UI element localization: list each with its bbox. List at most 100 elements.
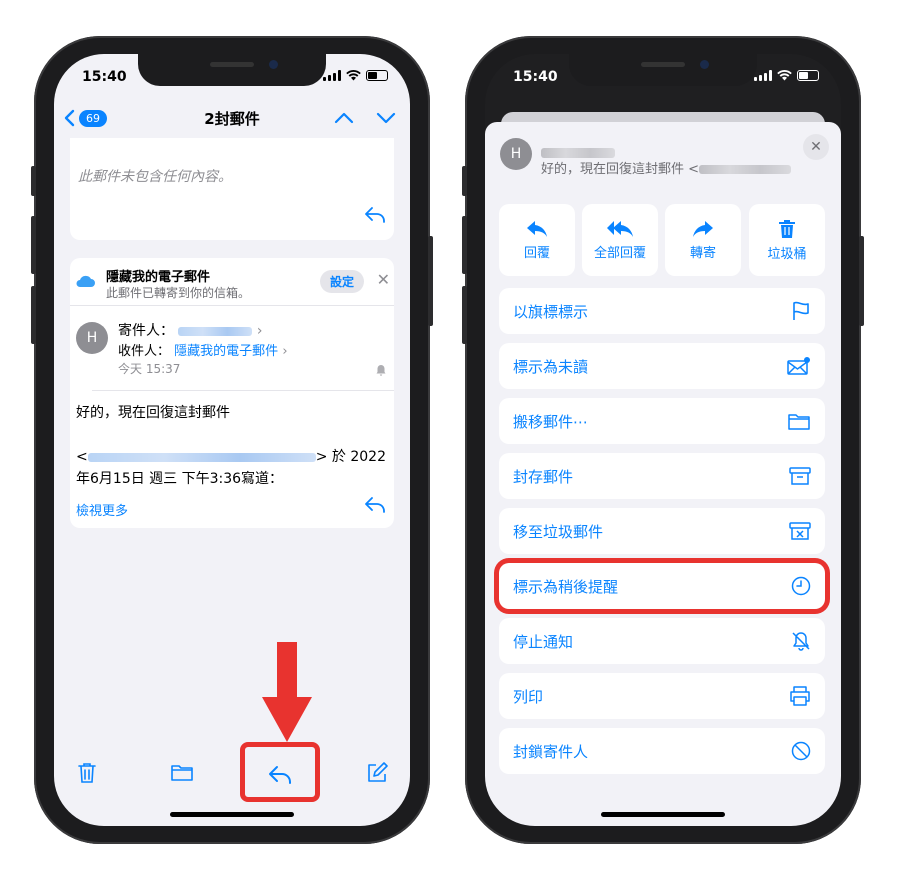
battery-icon bbox=[366, 70, 388, 81]
menu-archive[interactable]: 封存郵件 bbox=[499, 453, 825, 499]
volume-down-button bbox=[31, 286, 36, 344]
reply-icon[interactable] bbox=[364, 496, 386, 514]
folder-icon[interactable] bbox=[170, 762, 194, 782]
battery-icon bbox=[797, 70, 819, 81]
avatar[interactable]: H bbox=[76, 322, 108, 354]
left-phone: 15:40 69 2封郵件 此郵件未包含任何內容。 隱藏我的電子郵件 此郵件已轉 bbox=[31, 36, 433, 844]
power-button bbox=[428, 236, 433, 326]
chevron-right-icon: › bbox=[282, 344, 288, 359]
folder-icon bbox=[788, 414, 810, 430]
menu-print[interactable]: 列印 bbox=[499, 673, 825, 719]
chevron-up-icon[interactable] bbox=[334, 112, 354, 124]
empty-message-text: 此郵件未包含任何內容。 bbox=[78, 169, 232, 185]
quick-action-reply[interactable]: 回覆 bbox=[499, 204, 575, 276]
red-arrow-annotation bbox=[262, 642, 312, 742]
status-icons bbox=[754, 70, 819, 81]
reply-icon bbox=[527, 220, 547, 237]
thread-arrows bbox=[334, 112, 396, 124]
volume-down-button bbox=[462, 286, 467, 344]
junk-icon bbox=[789, 522, 811, 540]
message-preview: 好的，現在回復這封郵件 < bbox=[541, 158, 792, 177]
notch bbox=[138, 54, 326, 86]
action-sheet-screen: 15:40 H 好的，現在回復這封郵件 < ✕ 回覆 全部回覆 轉寄 垃圾桶 以… bbox=[485, 54, 841, 826]
bell-icon[interactable] bbox=[376, 364, 386, 376]
mail-screen: 15:40 69 2封郵件 此郵件未包含任何內容。 隱藏我的電子郵件 此郵件已轉 bbox=[54, 54, 410, 826]
from-row[interactable]: 寄件人： › bbox=[118, 320, 263, 340]
banner-subtitle: 此郵件已轉寄到你的信箱。 bbox=[106, 286, 251, 300]
mail-quote-line2: 年6月15日 週三 下午3:36寫道： bbox=[76, 471, 284, 487]
home-indicator bbox=[170, 812, 294, 817]
back-button[interactable]: 69 bbox=[64, 109, 107, 127]
menu-move[interactable]: 搬移郵件⋯ bbox=[499, 398, 825, 444]
settings-button[interactable]: 設定 bbox=[320, 270, 365, 293]
quick-action-forward[interactable]: 轉寄 bbox=[665, 204, 741, 276]
to-row[interactable]: 收件人： 隱藏我的電子郵件 › bbox=[118, 340, 288, 359]
signal-icon bbox=[323, 70, 341, 81]
side-button bbox=[462, 166, 467, 196]
notch bbox=[569, 54, 757, 86]
from-label: 寄件人： bbox=[118, 323, 174, 339]
wifi-icon bbox=[346, 70, 361, 81]
mail-message-card: H 寄件人： › 收件人： 隱藏我的電子郵件 › 今天 15:37 好的，現在回… bbox=[70, 306, 394, 528]
volume-up-button bbox=[31, 216, 36, 274]
close-icon[interactable]: ✕ bbox=[377, 270, 390, 289]
flag-icon bbox=[793, 301, 809, 320]
reply-icon[interactable] bbox=[364, 206, 386, 224]
archive-icon bbox=[789, 467, 811, 485]
bell-slash-icon bbox=[792, 632, 810, 651]
side-button bbox=[31, 166, 36, 196]
menu-mark-unread[interactable]: 標示為未讀 bbox=[499, 343, 825, 389]
menu-stop-notifications[interactable]: 停止通知 bbox=[499, 618, 825, 664]
menu-flag[interactable]: 以旗標標示 bbox=[499, 288, 825, 334]
chevron-down-icon[interactable] bbox=[376, 112, 396, 124]
chevron-right-icon: › bbox=[256, 323, 263, 339]
signal-icon bbox=[754, 70, 772, 81]
wifi-icon bbox=[777, 70, 792, 81]
status-time: 15:40 bbox=[82, 69, 127, 85]
close-button[interactable]: ✕ bbox=[803, 134, 829, 160]
right-phone: 15:40 H 好的，現在回復這封郵件 < ✕ 回覆 全部回覆 轉寄 垃圾桶 以… bbox=[462, 36, 864, 844]
volume-up-button bbox=[462, 216, 467, 274]
trash-icon bbox=[779, 219, 795, 238]
unread-envelope-icon bbox=[787, 357, 810, 375]
view-more-link[interactable]: 檢視更多 bbox=[76, 500, 128, 519]
redacted-sender bbox=[541, 147, 615, 158]
clock-icon bbox=[791, 576, 811, 596]
trash-icon[interactable] bbox=[78, 762, 96, 784]
chevron-left-icon bbox=[64, 109, 75, 127]
redacted-address bbox=[87, 452, 316, 462]
redacted-sender bbox=[178, 326, 253, 336]
banner-title: 隱藏我的電子郵件 bbox=[106, 270, 211, 285]
mail-time: 今天 15:37 bbox=[118, 362, 181, 376]
reply-highlight-box bbox=[240, 742, 320, 802]
block-icon bbox=[791, 741, 811, 761]
mail-action-sheet: H 好的，現在回復這封郵件 < ✕ 回覆 全部回覆 轉寄 垃圾桶 以旗標標示 標… bbox=[485, 122, 841, 826]
mail-nav-bar: 69 2封郵件 bbox=[54, 98, 410, 138]
redacted-address bbox=[699, 165, 792, 174]
divider bbox=[92, 390, 394, 391]
quick-action-trash[interactable]: 垃圾桶 bbox=[749, 204, 825, 276]
to-value[interactable]: 隱藏我的電子郵件 bbox=[174, 344, 278, 359]
quick-action-reply-all[interactable]: 全部回覆 bbox=[582, 204, 658, 276]
mail-quote-line1: < > 於 2022 bbox=[76, 449, 386, 465]
icloud-icon bbox=[76, 275, 95, 287]
printer-icon bbox=[790, 686, 810, 706]
empty-mail-card[interactable]: 此郵件未包含任何內容。 bbox=[70, 138, 394, 240]
hide-my-email-banner: 隱藏我的電子郵件 此郵件已轉寄到你的信箱。 設定 ✕ bbox=[70, 258, 394, 306]
menu-block-sender[interactable]: 封鎖寄件人 bbox=[499, 728, 825, 774]
forward-icon bbox=[693, 220, 713, 237]
status-time: 15:40 bbox=[513, 69, 558, 85]
power-button bbox=[859, 236, 864, 326]
compose-icon[interactable] bbox=[366, 762, 388, 784]
menu-junk[interactable]: 移至垃圾郵件 bbox=[499, 508, 825, 554]
close-icon: ✕ bbox=[810, 139, 822, 155]
avatar: H bbox=[500, 138, 532, 170]
to-label: 收件人： bbox=[118, 344, 171, 359]
bottom-toolbar bbox=[54, 754, 410, 794]
home-indicator bbox=[601, 812, 725, 817]
menu-remind-me[interactable]: 標示為稍後提醒 bbox=[499, 563, 825, 609]
status-icons bbox=[323, 70, 388, 81]
unread-count-badge: 69 bbox=[79, 109, 107, 127]
reply-all-icon bbox=[607, 220, 633, 237]
mail-body-line1: 好的，現在回復這封郵件 bbox=[76, 405, 230, 421]
